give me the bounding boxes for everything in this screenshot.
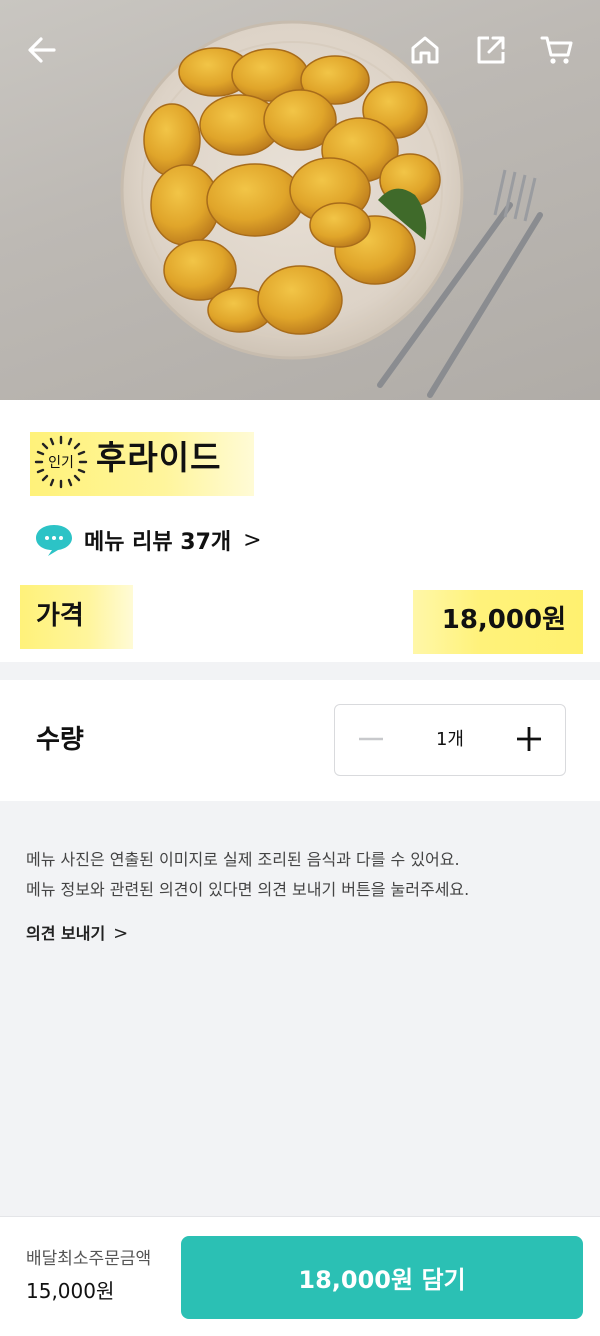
- price-value: 18,000원: [441, 605, 566, 635]
- feedback-label: 의견 보내기: [26, 924, 106, 943]
- cart-icon: [540, 36, 573, 64]
- add-to-cart-label: 18,000원 담기: [298, 1266, 466, 1294]
- share-button[interactable]: [469, 28, 513, 72]
- menu-photo: [0, 0, 600, 400]
- popular-badge-icon: 인기: [34, 435, 88, 489]
- arrow-left-icon: [28, 37, 56, 63]
- menu-review-link[interactable]: 메뉴 리뷰 37개 >: [34, 520, 262, 560]
- chat-bubble-icon: [36, 525, 72, 556]
- badge-label: 인기: [48, 455, 74, 471]
- menu-title: 후라이드: [96, 438, 222, 477]
- home-button[interactable]: [403, 28, 447, 72]
- notice-line-2: 메뉴 정보와 관련된 의견이 있다면 의견 보내기 버튼을 눌러주세요.: [26, 880, 470, 899]
- send-feedback-link[interactable]: 의견 보내기 >: [26, 920, 128, 948]
- plus-icon[interactable]: [515, 725, 543, 753]
- home-icon: [411, 36, 439, 64]
- share-icon: [477, 36, 505, 64]
- chevron-right-icon: >: [243, 527, 262, 553]
- review-count-label: 메뉴 리뷰 37개: [84, 530, 232, 555]
- chevron-right-icon: >: [113, 923, 129, 944]
- min-order-label: 배달최소주문금액: [26, 1249, 152, 1269]
- cart-button[interactable]: [535, 28, 579, 72]
- price-label: 가격: [36, 601, 84, 631]
- quantity-stepper[interactable]: 1개: [334, 704, 566, 776]
- notice-line-1: 메뉴 사진은 연출된 이미지로 실제 조리된 음식과 다를 수 있어요.: [26, 850, 460, 869]
- photo-notice: 메뉴 사진은 연출된 이미지로 실제 조리된 음식과 다를 수 있어요. 메뉴 …: [26, 845, 469, 905]
- min-order-value: 15,000원: [26, 1279, 115, 1303]
- add-to-cart-button[interactable]: 18,000원 담기: [181, 1236, 583, 1319]
- quantity-label: 수량: [36, 725, 84, 755]
- back-button[interactable]: [20, 28, 64, 72]
